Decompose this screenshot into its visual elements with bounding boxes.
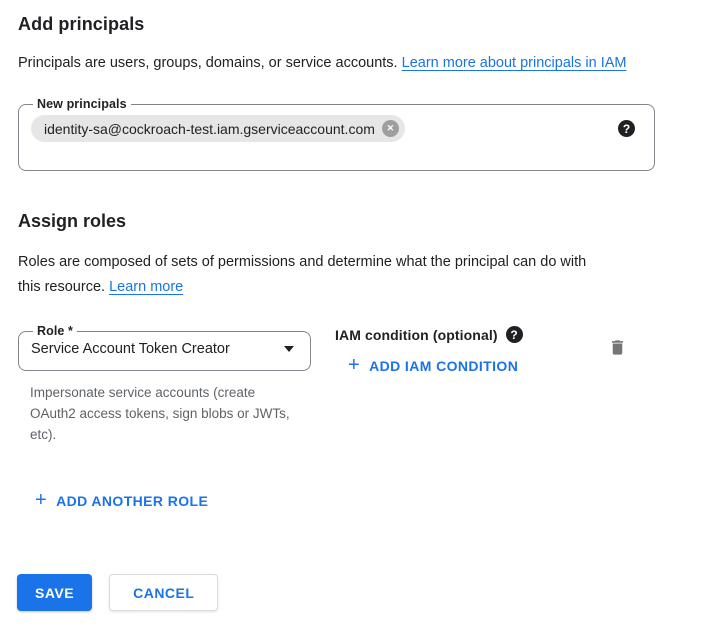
role-row: Role * Service Account Token Creator Imp…	[18, 324, 695, 445]
delete-role-button[interactable]	[606, 336, 629, 362]
delete-role-column	[606, 324, 629, 362]
cancel-button[interactable]: CANCEL	[109, 574, 218, 611]
principal-chip-label: identity-sa@cockroach-test.iam.gservicea…	[44, 121, 375, 137]
dropdown-arrow-icon	[284, 346, 294, 352]
role-helper-text: Impersonate service accounts (create OAu…	[30, 382, 292, 445]
save-button[interactable]: SAVE	[17, 574, 92, 611]
new-principals-help-icon[interactable]: ?	[618, 120, 635, 137]
iam-condition-help-icon[interactable]: ?	[506, 326, 523, 343]
add-iam-condition-label: ADD IAM CONDITION	[369, 358, 518, 374]
add-iam-condition-button[interactable]: + ADD IAM CONDITION	[348, 356, 518, 376]
roles-description-text: Roles are composed of sets of permission…	[18, 254, 586, 295]
assign-roles-title: Assign roles	[18, 211, 695, 232]
role-selected-value: Service Account Token Creator	[31, 341, 230, 357]
principals-description-text: Principals are users, groups, domains, o…	[18, 55, 398, 71]
add-principals-panel: Add principals Principals are users, gro…	[0, 0, 713, 611]
new-principals-chip-row: identity-sa@cockroach-test.iam.gservicea…	[31, 115, 642, 142]
add-another-role-label: ADD ANOTHER ROLE	[56, 493, 208, 509]
role-select[interactable]: Role * Service Account Token Creator	[18, 324, 311, 371]
principals-description: Principals are users, groups, domains, o…	[18, 51, 658, 76]
add-another-role-button[interactable]: + ADD ANOTHER ROLE	[35, 491, 208, 511]
principal-chip: identity-sa@cockroach-test.iam.gservicea…	[31, 115, 405, 142]
plus-icon: +	[348, 355, 360, 375]
new-principals-field[interactable]: New principals identity-sa@cockroach-tes…	[18, 97, 655, 171]
iam-condition-column: IAM condition (optional) ? + ADD IAM CON…	[335, 324, 523, 377]
new-principals-label: New principals	[33, 97, 131, 111]
plus-icon: +	[35, 490, 47, 510]
iam-condition-label: IAM condition (optional)	[335, 327, 498, 343]
chip-remove-icon[interactable]: ✕	[382, 120, 399, 137]
roles-description: Roles are composed of sets of permission…	[18, 250, 593, 300]
footer-actions: SAVE CANCEL	[17, 574, 695, 611]
learn-more-roles-link[interactable]: Learn more	[109, 279, 183, 295]
role-label: Role *	[33, 324, 77, 338]
learn-more-principals-link[interactable]: Learn more about principals in IAM	[402, 55, 627, 71]
role-column: Role * Service Account Token Creator Imp…	[18, 324, 311, 445]
role-value-row: Service Account Token Creator	[31, 341, 298, 359]
iam-condition-label-row: IAM condition (optional) ?	[335, 326, 523, 343]
page-title: Add principals	[18, 14, 695, 35]
trash-icon	[608, 338, 627, 357]
